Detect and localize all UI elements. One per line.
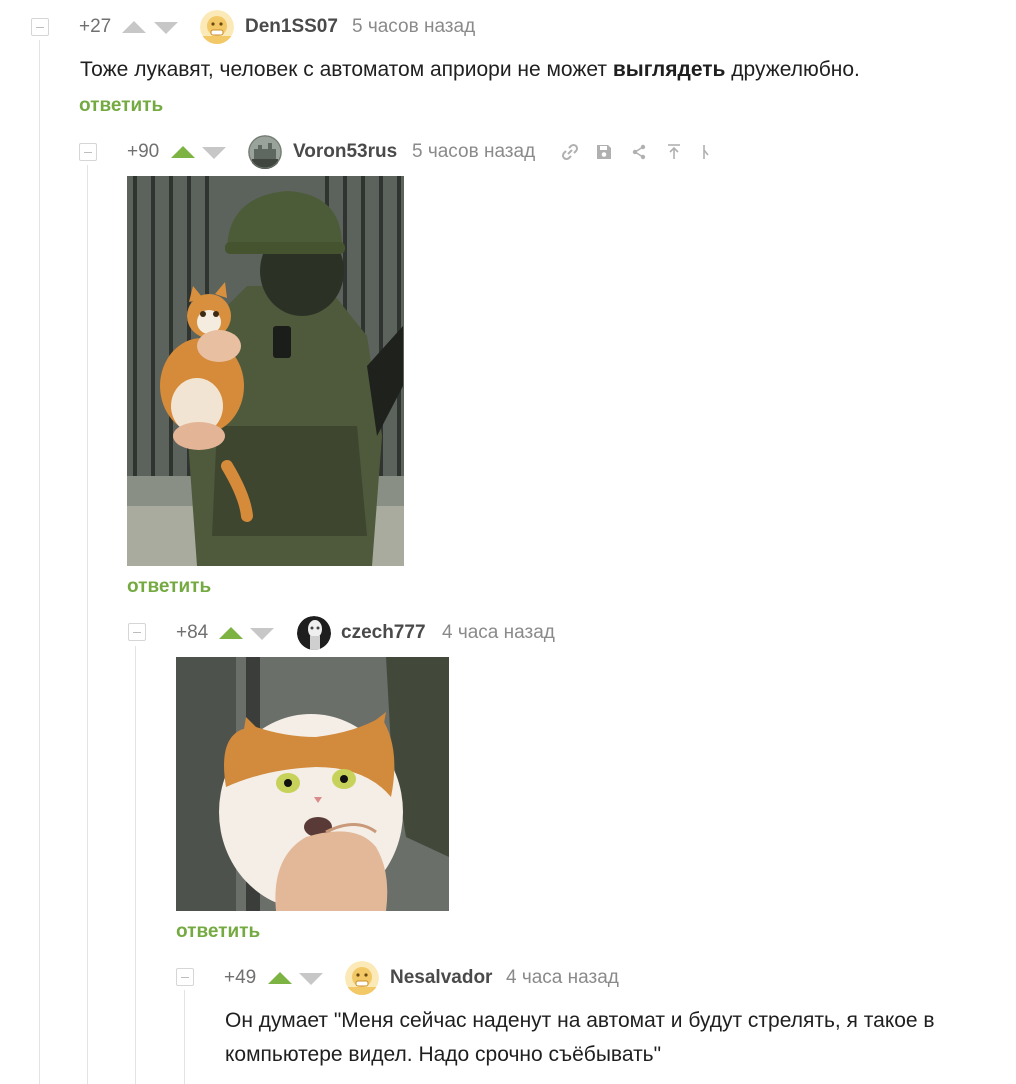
default-avatar-icon[interactable] (200, 10, 234, 44)
more-icon[interactable] (698, 142, 710, 162)
comment-author[interactable]: Voron53rus (293, 141, 397, 163)
comment-rating: +90 (127, 141, 160, 162)
thread-line[interactable] (184, 990, 185, 1084)
save-icon[interactable] (594, 142, 614, 162)
comment-time[interactable]: 5 часов назад (412, 141, 535, 163)
comment-rating: +84 (176, 622, 209, 643)
downvote-icon[interactable] (250, 628, 274, 640)
comment-rating: +27 (79, 16, 112, 37)
upvote-icon[interactable] (268, 972, 292, 984)
comment-text: Он думает "Меня сейчас наденут на автома… (225, 1009, 935, 1066)
reply-button[interactable]: ответить (176, 921, 260, 943)
collapse-button[interactable] (176, 968, 194, 986)
comment-author[interactable]: Nesalvador (390, 967, 492, 989)
user-avatar-icon[interactable] (297, 616, 331, 650)
collapse-button[interactable] (31, 18, 49, 36)
user-avatar-icon[interactable] (248, 135, 282, 169)
collapse-button[interactable] (79, 143, 97, 161)
upvote-icon[interactable] (122, 21, 146, 33)
thread-line[interactable] (135, 646, 136, 1084)
comment-time[interactable]: 4 часа назад (442, 622, 555, 644)
comment-time[interactable]: 4 часа назад (506, 967, 619, 989)
upvote-icon[interactable] (171, 146, 195, 158)
soldier-holding-cat-image[interactable] (127, 176, 404, 566)
comment-text: Тоже лукавят, человек с автоматом априор… (80, 53, 980, 87)
comment-author[interactable]: Den1SS07 (245, 16, 338, 38)
comment-time[interactable]: 5 часов назад (352, 16, 475, 38)
scroll-up-icon[interactable] (664, 142, 684, 162)
upvote-icon[interactable] (219, 627, 243, 639)
thread-line[interactable] (39, 40, 40, 1084)
comment-text-part: Тоже лукавят, человек с автоматом априор… (80, 58, 613, 81)
downvote-icon[interactable] (299, 973, 323, 985)
downvote-icon[interactable] (202, 147, 226, 159)
thread-line[interactable] (87, 165, 88, 1084)
downvote-icon[interactable] (154, 22, 178, 34)
default-avatar-icon[interactable] (345, 961, 379, 995)
reply-button[interactable]: ответить (79, 95, 163, 117)
comment-text-bold: выглядеть (612, 58, 726, 81)
collapse-button[interactable] (128, 623, 146, 641)
share-icon[interactable] (629, 142, 649, 162)
comment-text-part: дружелюбно. (725, 58, 860, 81)
comment-rating: +49 (224, 967, 257, 988)
reply-button[interactable]: ответить (127, 576, 211, 598)
link-icon[interactable] (560, 142, 580, 162)
comment-author[interactable]: czech777 (341, 622, 426, 644)
scared-cat-closeup-image[interactable] (176, 657, 449, 911)
